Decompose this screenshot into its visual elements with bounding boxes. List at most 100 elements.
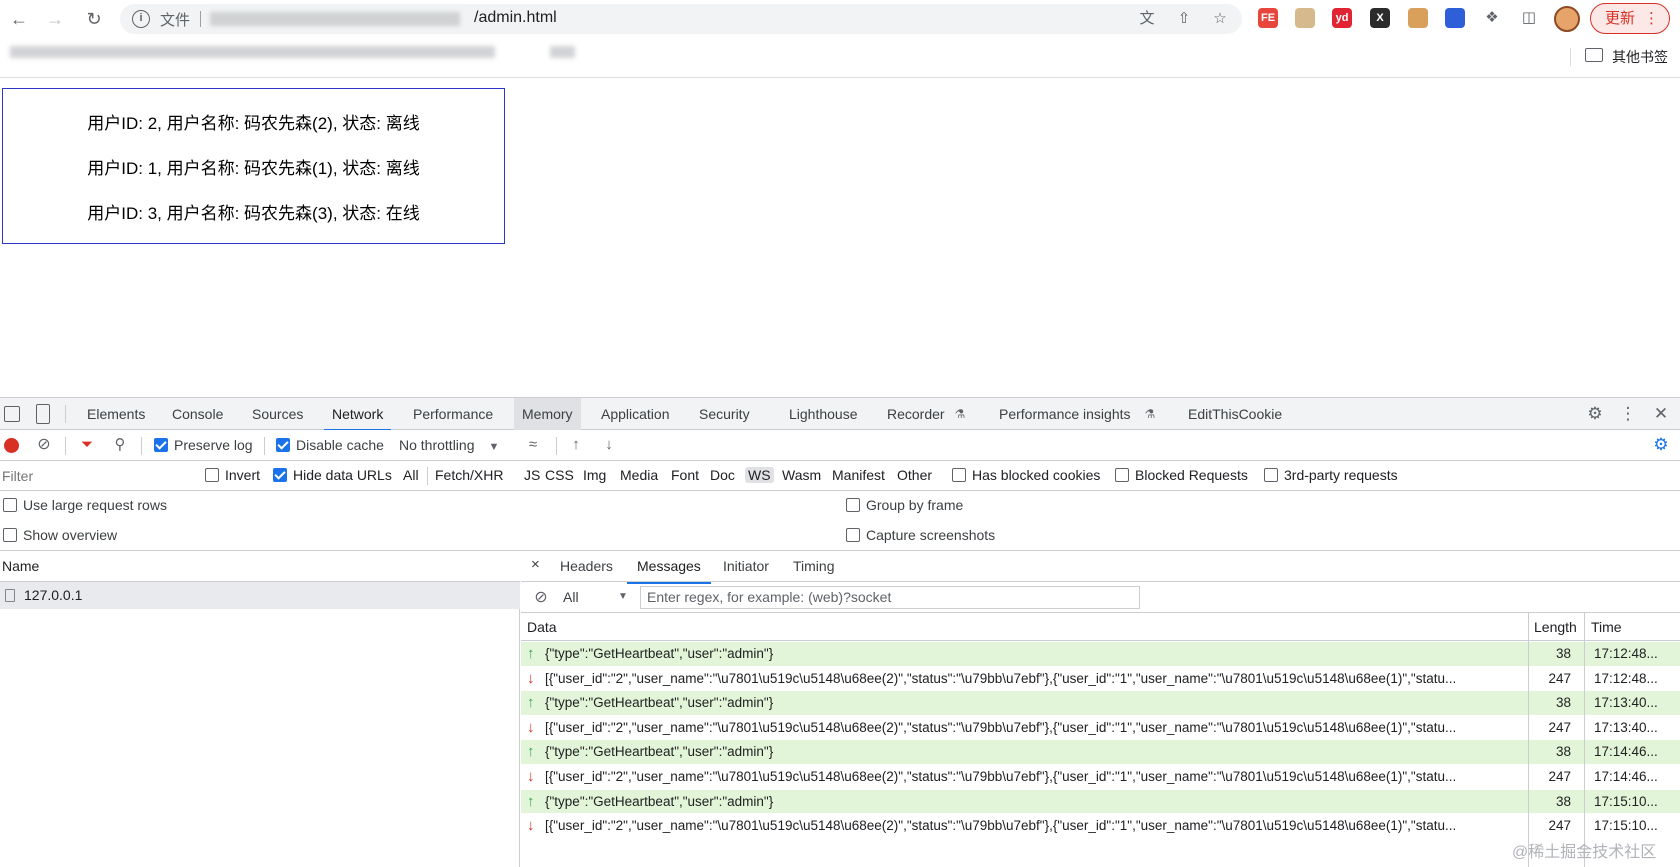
filter-type-font[interactable]: Font xyxy=(671,467,699,483)
more-options-icon[interactable]: ⋮ xyxy=(1618,404,1638,424)
blocked-requests-checkbox[interactable]: Blocked Requests xyxy=(1115,467,1248,483)
checkbox-checked[interactable] xyxy=(154,438,168,452)
bookmark-star-icon[interactable]: ☆ xyxy=(1210,9,1230,29)
checkbox-unchecked[interactable] xyxy=(846,498,860,512)
checkbox-unchecked[interactable] xyxy=(3,498,17,512)
settings-gear-icon[interactable]: ⚙ xyxy=(1585,404,1605,424)
filter-type-other[interactable]: Other xyxy=(897,467,932,483)
message-row[interactable]: ↓ [{"user_id":"2","user_name":"\u7801\u51… xyxy=(521,666,1680,692)
export-har-icon[interactable]: ↓ xyxy=(599,435,619,455)
share-icon[interactable]: ⇧ xyxy=(1174,9,1194,29)
checkbox-unchecked[interactable] xyxy=(952,468,966,482)
filter-type-all[interactable]: All xyxy=(403,467,419,483)
message-row[interactable]: ↑ {"type":"GetHeartbeat","user":"admin"} 3… xyxy=(521,691,1680,716)
group-by-frame-checkbox[interactable]: Group by frame xyxy=(846,497,963,513)
back-icon[interactable]: ← xyxy=(7,7,31,31)
tab-security[interactable]: Security xyxy=(699,398,750,430)
close-detail-icon[interactable]: × xyxy=(531,556,540,573)
tab-timing[interactable]: Timing xyxy=(793,558,835,574)
tab-elements[interactable]: Elements xyxy=(87,398,145,430)
side-panel-icon[interactable]: ◫ xyxy=(1519,8,1539,28)
filter-type-css[interactable]: CSS xyxy=(545,467,574,483)
tab-messages[interactable]: Messages xyxy=(627,558,711,584)
hide-data-urls-checkbox[interactable]: Hide data URLs xyxy=(273,467,392,483)
face-extension-icon[interactable] xyxy=(1295,8,1315,28)
tab-network[interactable]: Network xyxy=(323,398,392,431)
checkbox-unchecked[interactable] xyxy=(3,528,17,542)
checkbox-unchecked[interactable] xyxy=(1115,468,1129,482)
capture-screenshots-checkbox[interactable]: Capture screenshots xyxy=(846,527,995,543)
clear-messages-icon[interactable]: ⊘ xyxy=(531,588,551,608)
cookie-extension-icon[interactable] xyxy=(1408,8,1428,28)
third-party-checkbox[interactable]: 3rd-party requests xyxy=(1264,467,1398,483)
throttling-select[interactable]: No throttling ▼ xyxy=(399,437,499,453)
filter-type-js[interactable]: JS xyxy=(524,467,540,483)
network-conditions-icon[interactable]: ≈ xyxy=(523,435,543,455)
message-row[interactable]: ↓ [{"user_id":"2","user_name":"\u7801\u51… xyxy=(521,765,1680,790)
checkbox-unchecked[interactable] xyxy=(846,528,860,542)
has-blocked-cookies-checkbox[interactable]: Has blocked cookies xyxy=(952,467,1100,483)
tab-recorder[interactable]: Recorder xyxy=(887,398,945,430)
search-icon[interactable]: ⚲ xyxy=(110,435,130,455)
filter-type-fetch-xhr[interactable]: Fetch/XHR xyxy=(435,467,503,483)
record-icon[interactable] xyxy=(4,438,19,453)
filter-type-wasm[interactable]: Wasm xyxy=(782,467,821,483)
tab-performance[interactable]: Performance xyxy=(413,398,493,430)
filter-funnel-icon[interactable]: ⏷ xyxy=(77,435,97,455)
filter-type-media[interactable]: Media xyxy=(620,467,658,483)
update-button[interactable]: 更新 ⋮ xyxy=(1590,3,1670,34)
show-overview-checkbox[interactable]: Show overview xyxy=(3,527,117,543)
orange-blue-extension-icon[interactable] xyxy=(1445,8,1465,28)
filter-type-doc[interactable]: Doc xyxy=(710,467,735,483)
inspect-element-icon[interactable] xyxy=(4,406,20,422)
clear-icon[interactable]: ⊘ xyxy=(34,435,54,455)
message-row[interactable]: ↑ {"type":"GetHeartbeat","user":"admin"} 3… xyxy=(521,789,1680,815)
youdao-extension-icon[interactable]: yd xyxy=(1332,8,1352,28)
extensions-puzzle-icon[interactable]: ❖ xyxy=(1482,8,1502,28)
filter-type-img[interactable]: Img xyxy=(583,467,606,483)
network-settings-icon[interactable]: ⚙ xyxy=(1651,435,1671,455)
close-devtools-icon[interactable]: ✕ xyxy=(1651,404,1671,424)
tab-lighthouse[interactable]: Lighthouse xyxy=(789,398,858,430)
tab-performance-insights[interactable]: Performance insights xyxy=(999,398,1131,430)
reload-icon[interactable]: ↻ xyxy=(82,7,106,31)
filter-input[interactable] xyxy=(0,465,190,487)
device-toolbar-icon[interactable] xyxy=(36,404,50,424)
regex-filter-input[interactable]: Enter regex, for example: (web)?socket xyxy=(640,586,1140,609)
kebab-menu-icon[interactable]: ⋮ xyxy=(1644,4,1659,33)
avatar[interactable] xyxy=(1554,6,1580,32)
import-har-icon[interactable]: ↑ xyxy=(566,435,586,455)
checkbox-checked[interactable] xyxy=(273,468,287,482)
invert-checkbox[interactable]: Invert xyxy=(205,467,260,483)
tab-memory[interactable]: Memory xyxy=(514,398,581,430)
request-row[interactable]: 127.0.0.1 xyxy=(0,582,520,609)
message-type-select[interactable]: All ▼ xyxy=(563,589,628,605)
message-row[interactable]: ↑ {"type":"GetHeartbeat","user":"admin"} 3… xyxy=(521,642,1680,667)
large-rows-checkbox[interactable]: Use large request rows xyxy=(3,497,167,513)
message-row[interactable]: ↓ [{"user_id":"2","user_name":"\u7801\u51… xyxy=(521,814,1680,839)
tab-application[interactable]: Application xyxy=(601,398,670,430)
tab-editthiscookie[interactable]: EditThisCookie xyxy=(1188,398,1282,430)
tab-initiator[interactable]: Initiator xyxy=(723,558,769,574)
x-extension-icon[interactable]: X xyxy=(1370,8,1390,28)
tab-headers[interactable]: Headers xyxy=(560,558,613,574)
checkbox-checked[interactable] xyxy=(276,438,290,452)
message-row[interactable]: ↓ [{"user_id":"2","user_name":"\u7801\u51… xyxy=(521,715,1680,741)
disable-cache-checkbox[interactable]: Disable cache xyxy=(276,437,384,453)
filter-type-manifest[interactable]: Manifest xyxy=(832,467,885,483)
tab-console[interactable]: Console xyxy=(172,398,223,430)
fe-extension-icon[interactable]: FE xyxy=(1258,8,1278,28)
preserve-log-checkbox[interactable]: Preserve log xyxy=(154,437,253,453)
data-column-header[interactable]: Data xyxy=(527,613,557,641)
checkbox-unchecked[interactable] xyxy=(1264,468,1278,482)
filter-type-ws[interactable]: WS xyxy=(745,467,774,483)
translate-icon[interactable]: 文 xyxy=(1137,9,1157,29)
other-bookmarks[interactable]: 其他书签 xyxy=(1612,47,1668,67)
forward-icon[interactable]: → xyxy=(43,7,67,31)
site-info-icon[interactable]: i xyxy=(132,10,150,28)
length-column-header[interactable]: Length xyxy=(1534,613,1577,641)
checkbox-unchecked[interactable] xyxy=(205,468,219,482)
address-bar[interactable]: i 文件 /admin.html 文 ⇧ ☆ xyxy=(120,4,1242,34)
message-row[interactable]: ↑ {"type":"GetHeartbeat","user":"admin"} 3… xyxy=(521,740,1680,765)
tab-sources[interactable]: Sources xyxy=(252,398,303,430)
